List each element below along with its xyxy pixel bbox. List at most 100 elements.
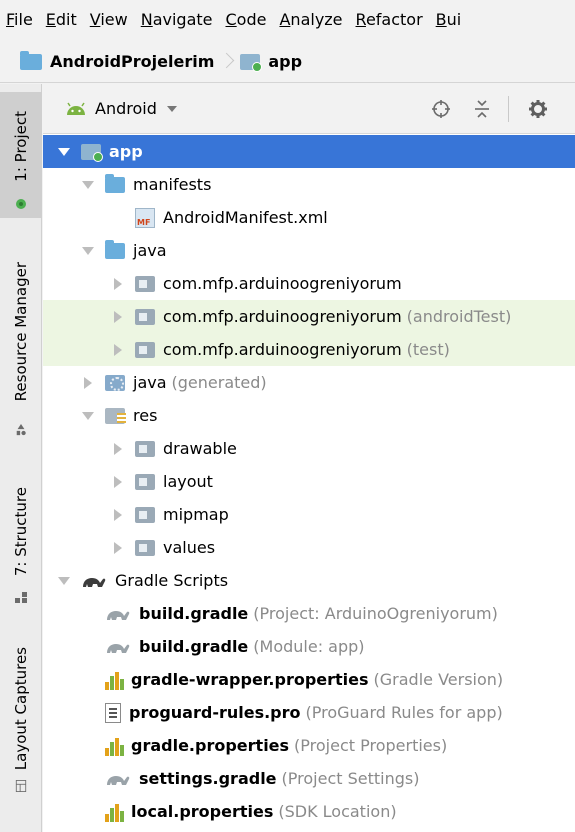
tree-row[interactable]: settings.gradle (Project Settings)	[43, 762, 575, 795]
tree-row[interactable]: drawable	[43, 432, 575, 465]
tool-window-strip: 1: Project Resource Manager 7: Structure…	[0, 84, 42, 832]
crosshair-icon	[432, 100, 450, 118]
collapsed-arrow-icon[interactable]	[81, 377, 95, 389]
tree-row[interactable]: build.gradle (Module: app)	[43, 630, 575, 663]
tab-layout-captures[interactable]: Layout Captures	[0, 640, 42, 800]
tree-row-label: app	[109, 142, 143, 161]
collapsed-arrow-icon[interactable]	[111, 509, 125, 521]
expanded-arrow-icon[interactable]	[57, 577, 71, 585]
gradle-file-icon	[105, 771, 131, 787]
collapse-all-button[interactable]	[471, 98, 493, 120]
menu-file[interactable]: File	[6, 10, 33, 29]
tree-row-suffix: (Project Settings)	[281, 769, 420, 788]
tree-row-label: drawable	[163, 439, 237, 458]
expanded-arrow-icon[interactable]	[81, 247, 95, 255]
expanded-arrow-icon[interactable]	[57, 148, 71, 156]
collapsed-arrow-icon[interactable]	[111, 542, 125, 554]
project-panel: Android app manifests AndroidManifest.xml j…	[43, 84, 575, 832]
package-icon	[135, 539, 155, 556]
tree-row[interactable]: manifests	[43, 168, 575, 201]
tree-row-label: com.mfp.arduinoogreniyorum	[163, 307, 402, 326]
tab-resource-manager[interactable]: Resource Manager	[0, 244, 42, 444]
gear-icon	[529, 100, 547, 118]
tab-project-label: 1: Project	[12, 110, 30, 182]
collapsed-arrow-icon[interactable]	[111, 443, 125, 455]
tree-row-label: manifests	[133, 175, 212, 194]
structure-icon	[15, 592, 27, 603]
breadcrumb-module[interactable]: app	[240, 52, 302, 72]
package-icon	[135, 308, 155, 325]
tree-row-label: gradle-wrapper.properties	[131, 670, 369, 689]
collapsed-arrow-icon[interactable]	[111, 344, 125, 356]
tab-resource-manager-label: Resource Manager	[12, 262, 30, 402]
folder-icon	[105, 239, 125, 259]
android-icon	[67, 102, 85, 115]
tree-row[interactable]: res	[43, 399, 575, 432]
tree-row-label: AndroidManifest.xml	[163, 208, 328, 227]
tree-row-label: settings.gradle	[139, 769, 277, 788]
tree-row-suffix: (ProGuard Rules for app)	[305, 703, 503, 722]
menu-navigate[interactable]: Navigate	[141, 10, 213, 29]
tree-row[interactable]: local.properties (SDK Location)	[43, 795, 575, 828]
tree-row[interactable]: build.gradle (Project: ArduinoOgreniyorum…	[43, 597, 575, 630]
package-icon	[135, 275, 155, 292]
folder-icon	[105, 173, 125, 193]
breadcrumb: AndroidProjelerim app	[0, 41, 575, 83]
tree-row-label: layout	[163, 472, 213, 491]
menu-refactor[interactable]: Refactor	[356, 10, 423, 29]
tab-project[interactable]: 1: Project	[0, 92, 42, 218]
tree-row[interactable]: app	[43, 135, 575, 168]
collapsed-arrow-icon[interactable]	[111, 278, 125, 290]
tree-row-label: res	[133, 406, 158, 425]
project-view-dropdown[interactable]: Android	[65, 99, 177, 118]
package-icon	[135, 506, 155, 523]
tree-row[interactable]: java	[43, 234, 575, 267]
tree-row-suffix: (Project Properties)	[294, 736, 448, 755]
tree-row[interactable]: com.mfp.arduinoogreniyorum (androidTest)	[43, 300, 575, 333]
tab-structure[interactable]: 7: Structure	[0, 472, 42, 612]
manifest-file-icon	[135, 207, 155, 228]
locate-file-button[interactable]	[430, 98, 452, 120]
tree-row-suffix: (Project: ArduinoOgreniyorum)	[253, 604, 498, 623]
tree-row-suffix: (Module: app)	[253, 637, 365, 656]
tree-row-suffix: (SDK Location)	[278, 802, 397, 821]
tree-row[interactable]: proguard-rules.pro (ProGuard Rules for ap…	[43, 696, 575, 729]
collapsed-arrow-icon[interactable]	[111, 476, 125, 488]
tree-row-label: com.mfp.arduinoogreniyorum	[163, 274, 402, 293]
tree-row[interactable]: AndroidManifest.xml	[43, 201, 575, 234]
expanded-arrow-icon[interactable]	[81, 181, 95, 189]
menu-edit[interactable]: Edit	[46, 10, 77, 29]
tree-row[interactable]: com.mfp.arduinoogreniyorum	[43, 267, 575, 300]
tree-row-suffix: (test)	[406, 340, 450, 359]
project-panel-toolbar: Android	[43, 84, 575, 134]
tree-row[interactable]: layout	[43, 465, 575, 498]
gradle-file-icon	[105, 639, 131, 655]
gradle-icon	[81, 573, 107, 589]
project-folder-icon	[20, 50, 42, 70]
menu-code[interactable]: Code	[226, 10, 267, 29]
package-icon	[135, 473, 155, 490]
tree-row[interactable]: gradle-wrapper.properties (Gradle Version…	[43, 663, 575, 696]
menu-view[interactable]: View	[90, 10, 128, 29]
collapse-all-icon	[475, 100, 489, 118]
project-view-label: Android	[95, 99, 157, 118]
chevron-down-icon	[166, 105, 177, 112]
menu-analyze[interactable]: Analyze	[279, 10, 342, 29]
tree-row-suffix: (generated)	[171, 373, 267, 392]
tree-row[interactable]: gradle.properties (Project Properties)	[43, 729, 575, 762]
tree-row[interactable]: values	[43, 531, 575, 564]
tree-row[interactable]: java (generated)	[43, 366, 575, 399]
tree-row[interactable]: com.mfp.arduinoogreniyorum (test)	[43, 333, 575, 366]
tree-row[interactable]: mipmap	[43, 498, 575, 531]
tree-row-label: Gradle Scripts	[115, 571, 229, 590]
package-icon	[135, 440, 155, 457]
tree-row-label: mipmap	[163, 505, 229, 524]
tree-row[interactable]: Gradle Scripts	[43, 564, 575, 597]
properties-file-icon	[105, 802, 124, 822]
breadcrumb-project[interactable]: AndroidProjelerim	[20, 50, 214, 71]
collapsed-arrow-icon[interactable]	[111, 311, 125, 323]
tab-structure-label: 7: Structure	[12, 487, 30, 577]
menu-build[interactable]: Bui	[436, 10, 462, 29]
settings-button[interactable]	[527, 98, 549, 120]
expanded-arrow-icon[interactable]	[81, 412, 95, 420]
